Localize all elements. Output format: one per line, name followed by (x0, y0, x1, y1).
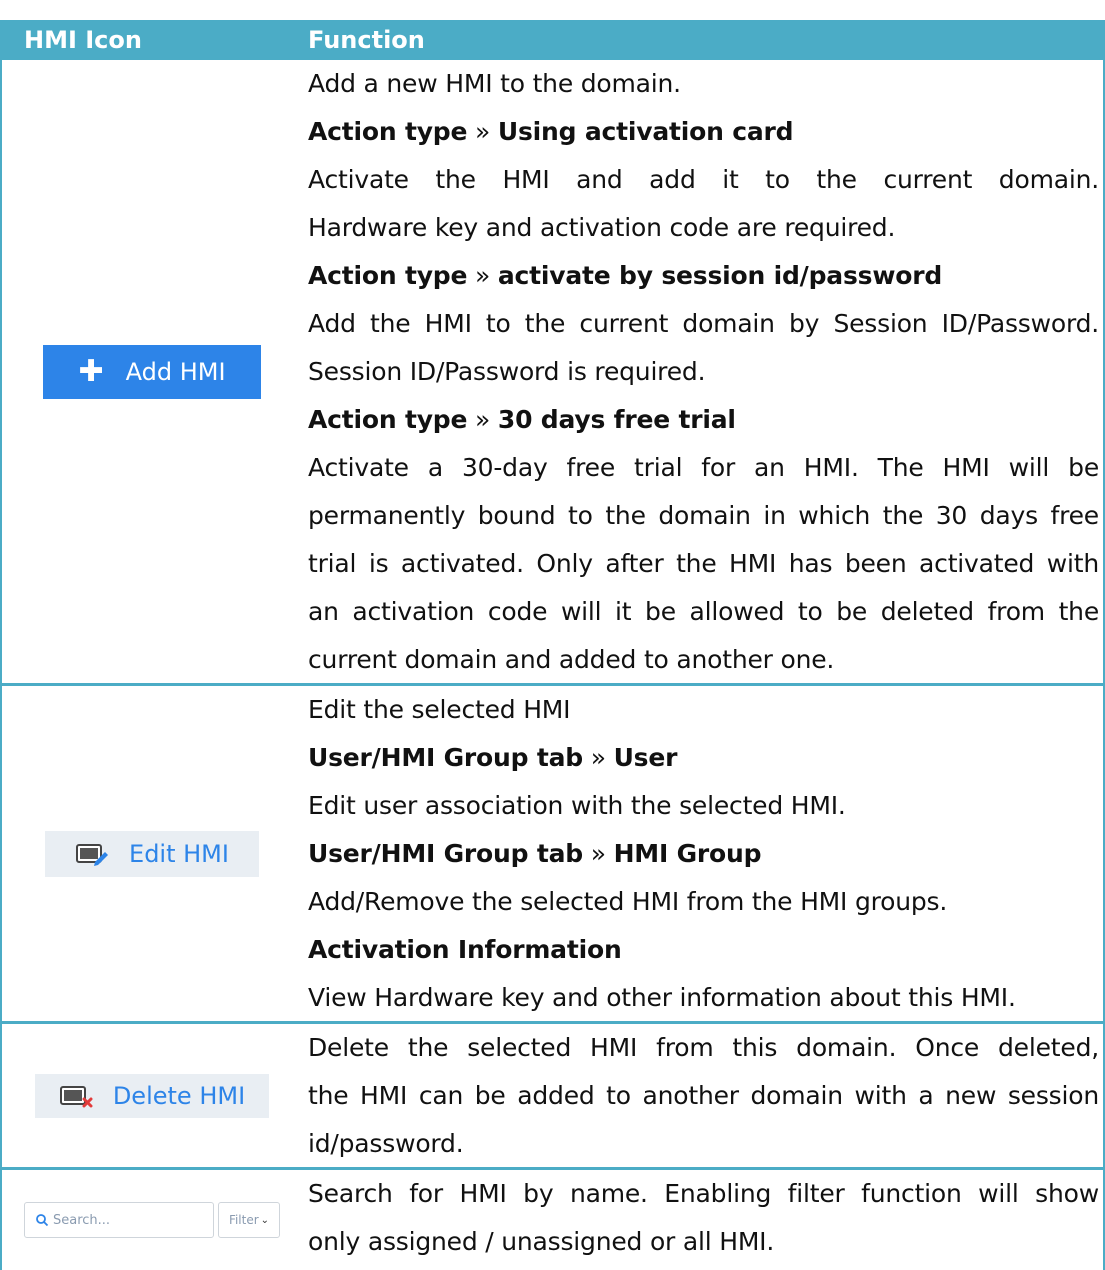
delete-screen-icon (59, 1085, 93, 1107)
icon-cell: Delete HMI (2, 1024, 302, 1167)
text-line: Edit user association with the selected … (308, 791, 846, 820)
text-line: Delete the selected HMI from this domain… (308, 1033, 1099, 1062)
filter-label: Filter (228, 1213, 259, 1227)
table-row-add-hmi: ✚ Add HMI Add a new HMI to the domain. A… (0, 60, 1105, 686)
add-hmi-label: Add HMI (125, 357, 226, 386)
table-row-search: Search... Filter ⌄ Search for HMI by nam… (0, 1170, 1105, 1270)
text-line: an activation code will it be allowed to… (308, 597, 1099, 626)
chevron-down-icon: ⌄ (260, 1214, 270, 1226)
search-placeholder: Search... (53, 1212, 111, 1228)
delete-hmi-label: Delete HMI (112, 1081, 246, 1110)
text-line: Add the HMI to the current domain by Ses… (308, 309, 1099, 338)
delete-hmi-button[interactable]: Delete HMI (35, 1073, 269, 1118)
text-line: Search for HMI by name. Enabling filter … (308, 1179, 1099, 1208)
text-line: Action type » Using activation card (308, 117, 794, 146)
text-line: id/password. (308, 1129, 464, 1158)
plus-icon: ✚ (78, 353, 104, 389)
function-cell: Delete the selected HMI from this domain… (302, 1024, 1103, 1167)
text-line: current domain and added to another one. (308, 645, 835, 674)
search-filter-control: Search... Filter ⌄ (24, 1202, 280, 1238)
text-line: Activate a 30-day free trial for an HMI.… (308, 453, 1099, 482)
text-line: User/HMI Group tab » HMI Group (308, 839, 762, 868)
header-function: Function (308, 26, 425, 54)
icon-cell: ✚ Add HMI (2, 60, 302, 683)
table-row-edit-hmi: Edit HMI Edit the selected HMI User/HMI … (0, 686, 1105, 1024)
function-table: HMI Icon Function ✚ Add HMI Add a new HM… (0, 20, 1105, 1270)
header-hmi-icon: HMI Icon (24, 26, 142, 54)
text-line: Action type » activate by session id/pas… (308, 261, 943, 290)
edit-hmi-label: Edit HMI (129, 839, 229, 868)
text-line: only assigned / unassigned or all HMI. (308, 1227, 775, 1256)
search-input[interactable]: Search... (24, 1202, 214, 1238)
function-cell: Edit the selected HMI User/HMI Group tab… (302, 686, 1103, 1021)
text-line: Edit the selected HMI (308, 695, 571, 724)
text-line: permanently bound to the domain in which… (308, 501, 1099, 530)
edit-hmi-button[interactable]: Edit HMI (45, 830, 259, 877)
filter-dropdown[interactable]: Filter ⌄ (218, 1202, 280, 1238)
text-line: Activate the HMI and add it to the curre… (308, 165, 1099, 194)
table-header: HMI Icon Function (0, 20, 1105, 60)
text-line: Add a new HMI to the domain. (308, 69, 681, 98)
search-icon (36, 1214, 49, 1227)
text-line: View Hardware key and other information … (308, 983, 1016, 1012)
table-row-delete-hmi: Delete HMI Delete the selected HMI from … (0, 1024, 1105, 1170)
text-line: Action type » 30 days free trial (308, 405, 736, 434)
text-line: Activation Information (308, 935, 622, 964)
text-line: Hardware key and activation code are req… (308, 213, 896, 242)
text-line: trial is activated. Only after the HMI h… (308, 549, 1099, 578)
edit-screen-icon (76, 843, 109, 866)
text-line: Session ID/Password is required. (308, 357, 706, 386)
text-line: Add/Remove the selected HMI from the HMI… (308, 887, 948, 916)
icon-cell: Search... Filter ⌄ (2, 1170, 302, 1270)
icon-cell: Edit HMI (2, 686, 302, 1021)
text-line: User/HMI Group tab » User (308, 743, 678, 772)
function-cell: Add a new HMI to the domain. Action type… (302, 60, 1103, 683)
add-hmi-button[interactable]: ✚ Add HMI (43, 344, 261, 399)
text-line: the HMI can be added to another domain w… (308, 1081, 1099, 1110)
function-cell: Search for HMI by name. Enabling filter … (302, 1170, 1103, 1270)
